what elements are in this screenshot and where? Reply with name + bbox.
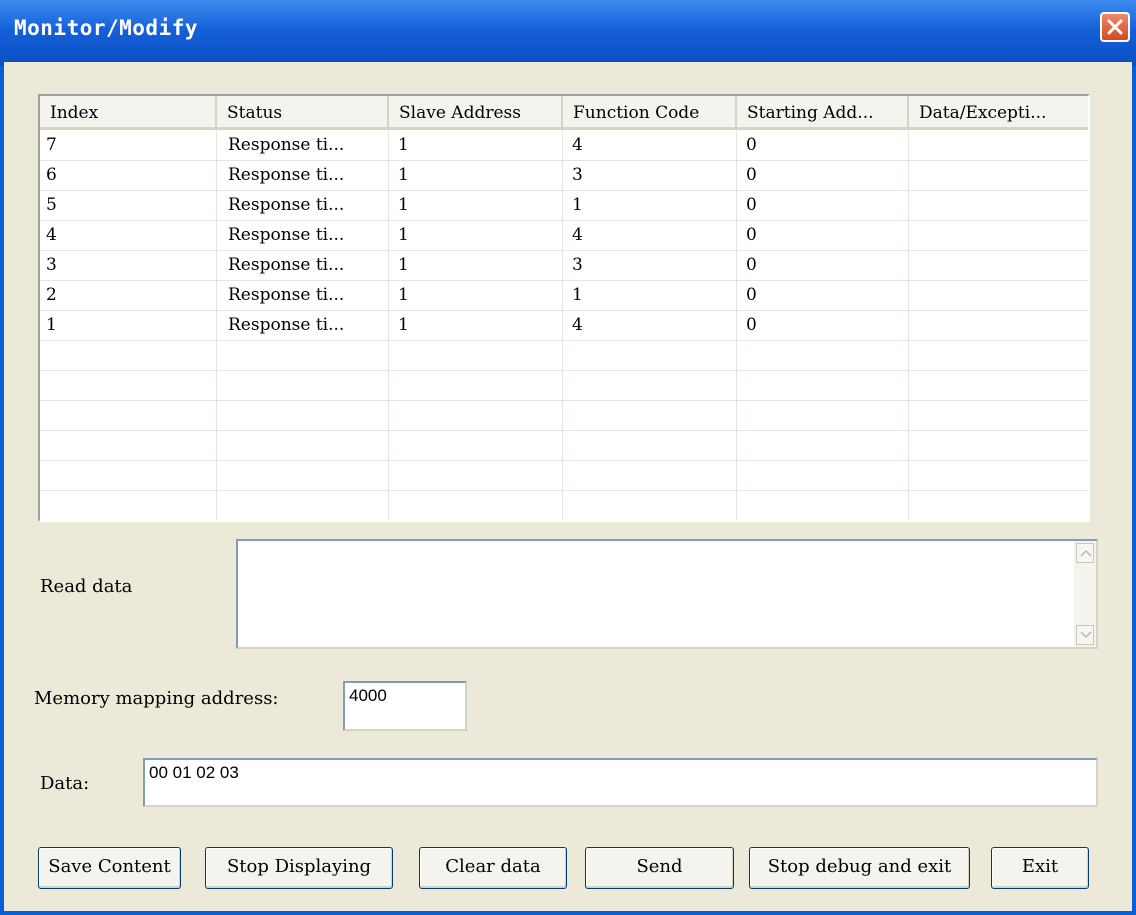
- title-bar[interactable]: Monitor/Modify: [0, 0, 1136, 66]
- close-icon: [1107, 19, 1123, 35]
- read-data-label: Read data: [40, 576, 133, 597]
- cell-starting-address: 0: [746, 165, 757, 185]
- stop-debug-exit-button[interactable]: Stop debug and exit: [749, 847, 970, 889]
- cell-function-code: 4: [572, 225, 583, 245]
- cell-starting-address: 0: [746, 135, 757, 155]
- cell-starting-address: 0: [746, 255, 757, 275]
- grid-line: [40, 460, 1088, 461]
- cell-index: 3: [46, 255, 57, 275]
- table-row[interactable]: 3 Response ti... 1 3 0: [40, 250, 1088, 280]
- cell-starting-address: 0: [746, 315, 757, 335]
- save-content-button[interactable]: Save Content: [38, 847, 181, 889]
- cell-function-code: 3: [572, 255, 583, 275]
- close-button[interactable]: [1100, 12, 1130, 42]
- data-input[interactable]: 00 01 02 03: [143, 758, 1098, 807]
- table-row[interactable]: 6 Response ti... 1 3 0: [40, 160, 1088, 190]
- table-row[interactable]: 5 Response ti... 1 1 0: [40, 190, 1088, 220]
- cell-data-exception: [912, 280, 1088, 310]
- cell-data-exception: [912, 130, 1088, 160]
- table-row[interactable]: 4 Response ti... 1 4 0: [40, 220, 1088, 250]
- cell-index: 6: [46, 165, 57, 185]
- cell-index: 2: [46, 285, 57, 305]
- cell-slave-address: 1: [398, 255, 409, 275]
- cell-function-code: 1: [572, 195, 583, 215]
- grid-line: [40, 490, 1088, 491]
- grid-line: [40, 340, 1088, 341]
- window-title: Monitor/Modify: [14, 16, 199, 40]
- column-header-slave-address[interactable]: Slave Address: [389, 96, 563, 130]
- cell-index: 4: [46, 225, 57, 245]
- column-header-data-exception[interactable]: Data/Excepti...: [909, 96, 1088, 130]
- column-header-starting-address[interactable]: Starting Add...: [737, 96, 909, 130]
- scroll-up-button[interactable]: [1076, 543, 1094, 563]
- cell-status: Response ti...: [228, 165, 345, 185]
- column-header-status[interactable]: Status: [217, 96, 389, 130]
- memory-mapping-input[interactable]: 4000: [343, 681, 467, 731]
- cell-data-exception: [912, 310, 1088, 340]
- data-label: Data:: [40, 773, 90, 794]
- stop-displaying-button[interactable]: Stop Displaying: [205, 847, 393, 889]
- list-header: Index Status Slave Address Function Code…: [40, 96, 1088, 130]
- dialog-body: Index Status Slave Address Function Code…: [4, 62, 1132, 911]
- table-row[interactable]: 1 Response ti... 1 4 0: [40, 310, 1088, 340]
- cell-index: 5: [46, 195, 57, 215]
- cell-status: Response ti...: [228, 135, 345, 155]
- cell-data-exception: [912, 250, 1088, 280]
- cell-data-exception: [912, 220, 1088, 250]
- read-data-textarea[interactable]: [236, 539, 1098, 649]
- cell-slave-address: 1: [398, 195, 409, 215]
- cell-function-code: 4: [572, 135, 583, 155]
- scroll-down-button[interactable]: [1076, 625, 1094, 645]
- cell-data-exception: [912, 160, 1088, 190]
- cell-starting-address: 0: [746, 195, 757, 215]
- grid-line: [40, 430, 1088, 431]
- scroll-up-icon: [1080, 549, 1092, 557]
- cell-slave-address: 1: [398, 165, 409, 185]
- cell-function-code: 3: [572, 165, 583, 185]
- table-row[interactable]: 2 Response ti... 1 1 0: [40, 280, 1088, 310]
- exit-button[interactable]: Exit: [991, 847, 1089, 889]
- grid-line: [40, 370, 1088, 371]
- cell-function-code: 4: [572, 315, 583, 335]
- cell-data-exception: [912, 190, 1088, 220]
- read-data-scrollbar[interactable]: [1074, 541, 1096, 647]
- column-header-index[interactable]: Index: [40, 96, 217, 130]
- message-list[interactable]: Index Status Slave Address Function Code…: [38, 94, 1090, 522]
- cell-slave-address: 1: [398, 315, 409, 335]
- cell-status: Response ti...: [228, 255, 345, 275]
- cell-function-code: 1: [572, 285, 583, 305]
- cell-index: 7: [46, 135, 57, 155]
- cell-starting-address: 0: [746, 285, 757, 305]
- clear-data-button[interactable]: Clear data: [419, 847, 567, 889]
- cell-status: Response ti...: [228, 315, 345, 335]
- cell-index: 1: [46, 315, 57, 335]
- memory-mapping-label: Memory mapping address:: [34, 688, 279, 709]
- table-row[interactable]: 7 Response ti... 1 4 0: [40, 130, 1088, 160]
- cell-starting-address: 0: [746, 225, 757, 245]
- cell-slave-address: 1: [398, 225, 409, 245]
- cell-status: Response ti...: [228, 225, 345, 245]
- column-header-function-code[interactable]: Function Code: [563, 96, 737, 130]
- grid-line: [40, 400, 1088, 401]
- cell-slave-address: 1: [398, 135, 409, 155]
- cell-slave-address: 1: [398, 285, 409, 305]
- monitor-modify-window: Monitor/Modify Index Status Slave Addres…: [0, 0, 1136, 915]
- scroll-down-icon: [1080, 631, 1092, 639]
- send-button[interactable]: Send: [585, 847, 734, 889]
- cell-status: Response ti...: [228, 195, 345, 215]
- cell-status: Response ti...: [228, 285, 345, 305]
